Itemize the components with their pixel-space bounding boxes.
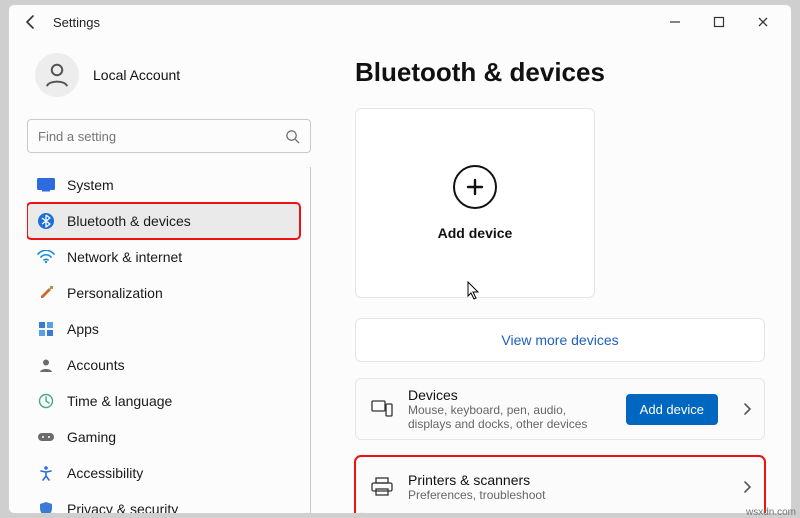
add-device-label: Add device bbox=[438, 225, 513, 241]
shield-icon bbox=[37, 500, 55, 513]
nav-label: System bbox=[67, 177, 114, 193]
content-area: Local Account System Bluetooth & devices bbox=[9, 39, 791, 513]
wifi-icon bbox=[37, 248, 55, 266]
nav-bluetooth-devices[interactable]: Bluetooth & devices bbox=[27, 203, 300, 239]
nav-label: Network & internet bbox=[67, 249, 182, 265]
brush-icon bbox=[37, 284, 55, 302]
main-panel: Bluetooth & devices Add device View more… bbox=[329, 39, 791, 513]
apps-icon bbox=[37, 320, 55, 338]
printers-subtitle: Preferences, troubleshoot bbox=[408, 488, 728, 502]
printers-scanners-row[interactable]: Printers & scanners Preferences, trouble… bbox=[355, 456, 765, 513]
nav-label: Bluetooth & devices bbox=[67, 213, 191, 229]
nav-accounts[interactable]: Accounts bbox=[27, 347, 300, 383]
view-more-devices-button[interactable]: View more devices bbox=[355, 318, 765, 362]
search-icon bbox=[285, 129, 300, 144]
gaming-icon bbox=[37, 428, 55, 446]
nav-time-language[interactable]: Time & language bbox=[27, 383, 300, 419]
avatar-icon bbox=[35, 53, 79, 97]
user-account-row[interactable]: Local Account bbox=[27, 39, 311, 119]
devices-subtitle: Mouse, keyboard, pen, audio, displays an… bbox=[408, 403, 612, 431]
accounts-icon bbox=[37, 356, 55, 374]
nav-label: Personalization bbox=[67, 285, 163, 301]
nav-label: Apps bbox=[67, 321, 99, 337]
add-device-button[interactable]: Add device bbox=[626, 394, 718, 425]
nav-apps[interactable]: Apps bbox=[27, 311, 300, 347]
devices-icon bbox=[370, 397, 394, 421]
printer-icon bbox=[370, 475, 394, 499]
user-name: Local Account bbox=[93, 67, 180, 83]
window-title: Settings bbox=[53, 15, 100, 30]
watermark: wsxdn.com bbox=[746, 507, 796, 518]
sidebar: Local Account System Bluetooth & devices bbox=[9, 39, 329, 513]
devices-title: Devices bbox=[408, 387, 612, 403]
accessibility-icon bbox=[37, 464, 55, 482]
nav-label: Gaming bbox=[67, 429, 116, 445]
devices-row[interactable]: Devices Mouse, keyboard, pen, audio, dis… bbox=[355, 378, 765, 440]
nav-label: Accessibility bbox=[67, 465, 143, 481]
chevron-right-icon bbox=[742, 480, 752, 494]
bluetooth-icon bbox=[37, 212, 55, 230]
settings-window: Settings Local Account bbox=[8, 4, 792, 514]
chevron-right-icon bbox=[742, 402, 752, 416]
search-input[interactable] bbox=[38, 129, 285, 144]
clock-icon bbox=[37, 392, 55, 410]
search-box[interactable] bbox=[27, 119, 311, 153]
nav-label: Accounts bbox=[67, 357, 125, 373]
nav-system[interactable]: System bbox=[27, 167, 300, 203]
nav-accessibility[interactable]: Accessibility bbox=[27, 455, 300, 491]
nav-gaming[interactable]: Gaming bbox=[27, 419, 300, 455]
nav-network[interactable]: Network & internet bbox=[27, 239, 300, 275]
minimize-button[interactable] bbox=[653, 7, 697, 37]
plus-icon bbox=[453, 165, 497, 209]
add-device-tile[interactable]: Add device bbox=[355, 108, 595, 298]
system-icon bbox=[37, 176, 55, 194]
nav-personalization[interactable]: Personalization bbox=[27, 275, 300, 311]
page-heading: Bluetooth & devices bbox=[355, 57, 765, 88]
nav-list: System Bluetooth & devices Network & int… bbox=[27, 167, 311, 513]
maximize-button[interactable] bbox=[697, 7, 741, 37]
close-button[interactable] bbox=[741, 7, 785, 37]
nav-label: Time & language bbox=[67, 393, 172, 409]
back-button[interactable] bbox=[19, 10, 43, 34]
titlebar: Settings bbox=[9, 5, 791, 39]
nav-label: Privacy & security bbox=[67, 501, 178, 513]
nav-privacy[interactable]: Privacy & security bbox=[27, 491, 300, 513]
printers-title: Printers & scanners bbox=[408, 472, 728, 488]
